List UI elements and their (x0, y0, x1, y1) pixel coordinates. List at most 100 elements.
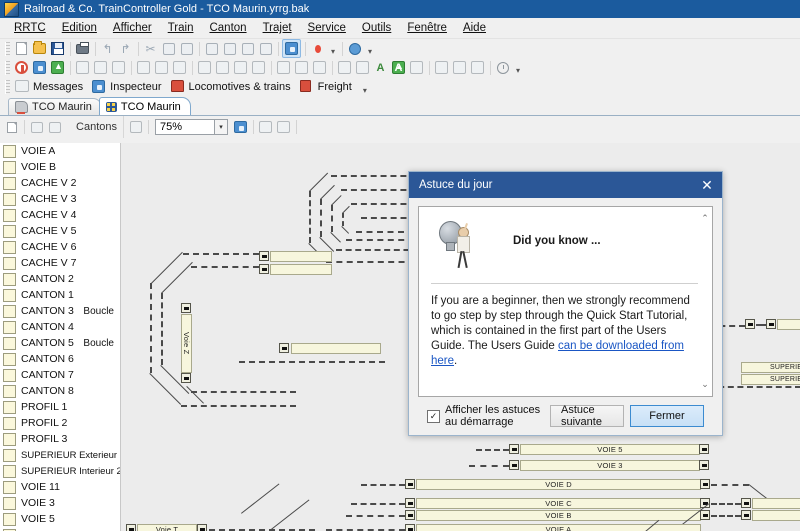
menu-item-service[interactable]: Service (300, 20, 354, 36)
align-left-icon[interactable] (203, 40, 220, 57)
block-off-icon[interactable] (171, 59, 188, 76)
toolbar-grip[interactable] (5, 80, 10, 94)
list-item[interactable]: PROFIL 3 (0, 431, 120, 447)
next-tip-button[interactable]: Astuce suivante (550, 404, 624, 428)
messages-button[interactable]: Messages (13, 79, 88, 96)
group-icon[interactable] (239, 40, 256, 57)
list-item[interactable]: CANTON 2 (0, 271, 120, 287)
undo-icon[interactable]: ↰ (99, 40, 116, 57)
zoom-dropdown-icon[interactable]: ▾ (215, 119, 228, 135)
print-icon[interactable] (74, 40, 91, 57)
list-item[interactable]: CACHE V 4 (0, 207, 120, 223)
block-alt-icon[interactable] (153, 59, 170, 76)
list-item[interactable]: PROFIL 2 (0, 415, 120, 431)
menu-item-rrtc[interactable]: RRTC (6, 20, 54, 36)
list-view-icon[interactable] (28, 119, 45, 136)
signal-icon[interactable] (181, 373, 191, 383)
track-block[interactable]: Voie Z (181, 314, 192, 373)
list-item[interactable]: SUPERIEUR Interieur 2 (0, 463, 120, 479)
signal-icon[interactable] (741, 498, 751, 508)
list-item[interactable]: VOIE 11 (0, 479, 120, 495)
track-block[interactable]: SUPERIEUR Exterieur 1 (741, 362, 800, 373)
track-block[interactable] (270, 264, 332, 275)
signal-icon[interactable] (259, 264, 269, 274)
show-tips-checkbox[interactable]: ✓ (427, 409, 440, 423)
list-item[interactable]: CANTON 3 Boucle (0, 303, 120, 319)
signal-icon[interactable] (700, 510, 710, 520)
list-item[interactable]: VOIE 7 (0, 527, 120, 531)
signal-icon[interactable] (405, 510, 415, 520)
signal-tower-icon[interactable] (311, 59, 328, 76)
track-block[interactable] (752, 510, 800, 521)
control-desk-icon[interactable] (92, 59, 109, 76)
close-icon[interactable]: ✕ (692, 172, 722, 198)
balloon-dropdown-icon[interactable]: ▾ (331, 47, 335, 58)
text-bold-icon[interactable]: A (390, 59, 407, 76)
menu-item-afficher[interactable]: Afficher (105, 20, 160, 36)
signal-icon[interactable] (181, 303, 191, 313)
list-item[interactable]: CANTON 6 (0, 351, 120, 367)
list-item[interactable]: CANTON 5 Boucle (0, 335, 120, 351)
couple-icon[interactable] (232, 59, 249, 76)
toolbar-grip[interactable] (5, 41, 10, 56)
properties-icon[interactable] (257, 119, 274, 136)
signal-icon[interactable] (126, 524, 136, 531)
close-dialog-button[interactable]: Fermer (630, 405, 704, 427)
start-icon[interactable] (49, 59, 66, 76)
menu-item-train[interactable]: Train (160, 20, 202, 36)
list-item[interactable]: CACHE V 2 (0, 175, 120, 191)
menu-item-outils[interactable]: Outils (354, 20, 399, 36)
track-diagram-canvas[interactable]: PROFIL 3 SUPERIEUR Exterieur 1 SUPERIEUR… (121, 143, 800, 531)
track-block[interactable] (752, 498, 800, 509)
signal-icon[interactable] (405, 479, 415, 489)
turntable-icon[interactable] (74, 59, 91, 76)
menu-item-edition[interactable]: Edition (54, 20, 105, 36)
down-icon[interactable] (336, 59, 353, 76)
stop-icon[interactable] (13, 59, 30, 76)
link-icon[interactable] (433, 59, 450, 76)
list-item[interactable]: VOIE 5 (0, 511, 120, 527)
signal-icon[interactable] (741, 510, 751, 520)
menu-item-trajet[interactable]: Trajet (255, 20, 300, 36)
track-block[interactable]: VOIE 3 (520, 460, 700, 471)
edit-mode-icon[interactable] (282, 39, 301, 58)
track-block[interactable]: SUPERIEUR Interieur 2 (741, 374, 800, 385)
list-item[interactable]: CANTON 1 (0, 287, 120, 303)
track-block[interactable]: PROFIL 3 (777, 319, 800, 330)
text-box-icon[interactable] (408, 59, 425, 76)
ungroup-icon[interactable] (257, 40, 274, 57)
chart-icon[interactable] (275, 119, 292, 136)
switch-icon[interactable] (275, 59, 292, 76)
list-item[interactable]: VOIE B (0, 159, 120, 175)
tree-view-icon[interactable] (46, 119, 63, 136)
list-item[interactable]: VOIE A (0, 143, 120, 159)
track-block[interactable]: VOIE 5 (520, 444, 700, 455)
signal-icon[interactable] (405, 524, 415, 531)
tab-tco-maurin-2[interactable]: TCO Maurin (98, 97, 191, 115)
save-file-icon[interactable] (49, 40, 66, 57)
open-file-icon[interactable] (31, 40, 48, 57)
freight-button[interactable]: Freight (298, 79, 357, 96)
label-green-icon[interactable]: A (372, 59, 389, 76)
list-item[interactable]: CACHE V 6 (0, 239, 120, 255)
toolbar-overflow-icon[interactable]: ▾ (368, 47, 372, 58)
toolbar-grip[interactable] (5, 60, 10, 75)
menu-item-canton[interactable]: Canton (201, 20, 254, 36)
new-file-icon[interactable] (13, 40, 30, 57)
dispatch-icon[interactable] (31, 59, 48, 76)
signal-icon[interactable] (405, 498, 415, 508)
new-block-icon[interactable] (3, 119, 20, 136)
scroll-up-icon[interactable]: ⌃ (698, 211, 712, 226)
align-right-icon[interactable] (221, 40, 238, 57)
toolbar-overflow-icon[interactable]: ▾ (516, 66, 520, 77)
signal-icon[interactable] (699, 460, 709, 470)
track-block[interactable]: Voie T (137, 524, 197, 531)
list-item[interactable]: VOIE 3 (0, 495, 120, 511)
signal-icon[interactable] (197, 524, 207, 531)
cut-icon[interactable]: ✂ (142, 40, 159, 57)
turntable-icon[interactable] (127, 119, 144, 136)
track-block[interactable]: VOIE A (416, 524, 701, 531)
link3-icon[interactable] (469, 59, 486, 76)
track-block[interactable] (291, 343, 381, 354)
tip-scrollbar[interactable]: ⌃ ⌄ (698, 207, 712, 396)
